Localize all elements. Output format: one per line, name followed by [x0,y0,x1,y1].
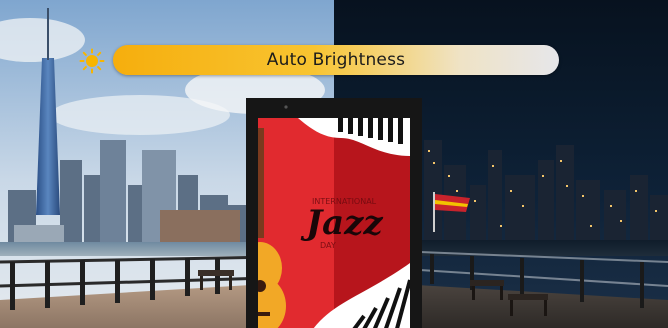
sun-icon [79,48,105,74]
poster-word-jazz: Jazz [300,203,383,243]
auto-brightness-label: Auto Brightness [266,50,406,70]
digital-signage-display: INTERNATIONAL Jazz DAY [246,98,422,328]
poster-line-day: DAY [320,241,336,250]
auto-brightness-banner: Auto Brightness INTERNATIONAL Jazz DAY [0,0,668,328]
auto-brightness-slider[interactable]: Auto Brightness [113,45,559,75]
moon-icon [576,50,586,70]
